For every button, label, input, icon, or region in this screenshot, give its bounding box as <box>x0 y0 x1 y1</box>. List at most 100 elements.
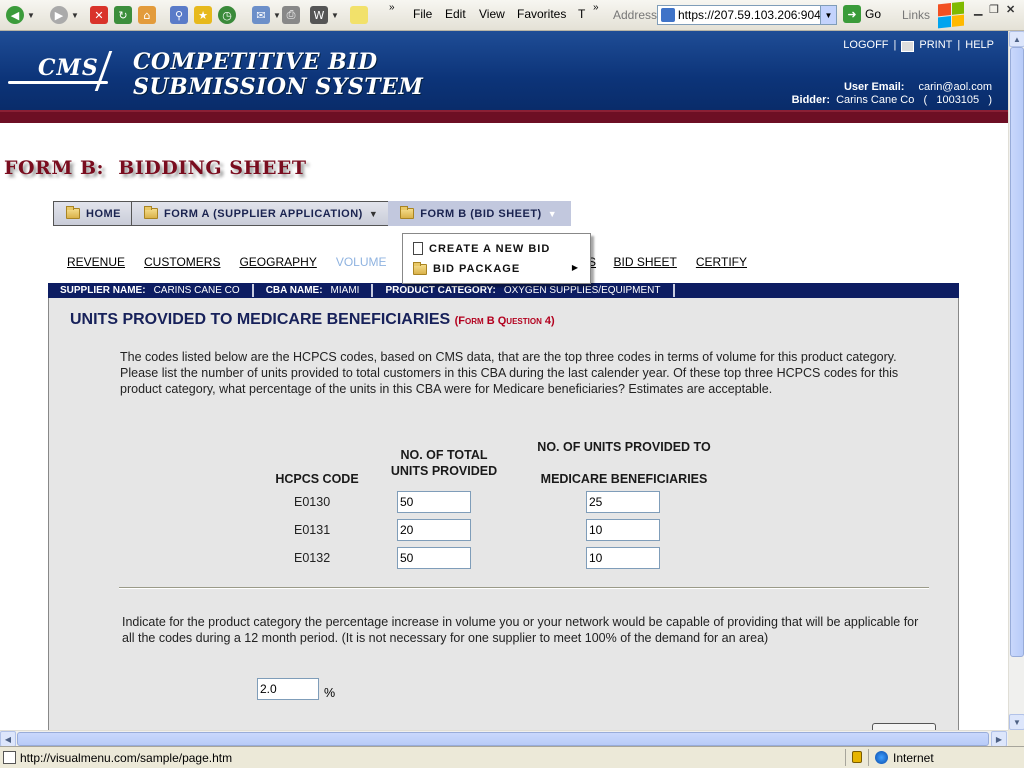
tab-label: HOME <box>86 207 121 220</box>
tab-form-b[interactable]: FORM B (BID SHEET) ▼ <box>388 201 572 226</box>
refresh-button[interactable]: ↻ <box>114 4 132 26</box>
vertical-scrollbar[interactable]: ▲ ▼ <box>1008 31 1024 730</box>
address-field[interactable]: https://207.59.103.206:9045 ▼ <box>657 5 837 25</box>
page-icon <box>3 751 16 764</box>
edit-button[interactable]: W ▼ <box>310 4 339 26</box>
subnav-geography[interactable]: GEOGRAPHY <box>239 255 316 269</box>
word-icon: W <box>310 6 328 24</box>
col-header-total-line2: UNITS PROVIDED <box>390 464 498 478</box>
subnav-customers[interactable]: CUSTOMERS <box>144 255 220 269</box>
favorites-button[interactable]: ★ <box>194 4 212 26</box>
app-title-line1: COMPETITIVE BID <box>133 49 378 75</box>
menu-item-label: CREATE A NEW BID <box>429 242 551 255</box>
folder-icon <box>144 206 158 219</box>
menu-overflow-icon[interactable]: » <box>593 2 599 13</box>
total-units-input[interactable] <box>397 519 471 541</box>
cba-label: CBA NAME: <box>265 285 323 296</box>
restore-icon[interactable]: ❐ <box>989 3 999 16</box>
total-units-input[interactable] <box>397 491 471 513</box>
page-title: FORM B: BIDDING SHEET <box>4 157 307 179</box>
separator: | <box>893 39 897 51</box>
menu-item-create-new-bid[interactable]: CREATE A NEW BID <box>413 242 550 255</box>
stop-icon: ✕ <box>90 6 108 24</box>
home-button[interactable]: ⌂ <box>138 4 156 26</box>
logoff-link[interactable]: LOGOFF <box>843 39 888 51</box>
refresh-icon: ↻ <box>114 6 132 24</box>
bid-info-bar: SUPPLIER NAME: CARINS CANE CO CBA NAME: MI… <box>48 283 959 298</box>
menu-item-bid-package[interactable]: BID PACKAGE <box>413 261 521 275</box>
scroll-up-icon[interactable]: ▲ <box>1009 31 1024 47</box>
percent-increase-input[interactable] <box>257 678 319 700</box>
menu-item-label: BID PACKAGE <box>433 263 521 275</box>
col-header-total-line1: NO. OF TOTAL <box>400 448 488 462</box>
subnav-certify[interactable]: CERTIFY <box>696 255 747 269</box>
cms-logo-text: CMS <box>38 55 99 81</box>
tab-home[interactable]: HOME <box>53 201 131 226</box>
user-email-label: User Email: <box>843 81 905 93</box>
printer-icon[interactable] <box>901 40 915 52</box>
menu-favorites[interactable]: Favorites <box>517 7 566 21</box>
print-button[interactable]: ⎙ <box>282 4 300 26</box>
stop-button[interactable]: ✕ <box>90 4 108 26</box>
total-units-input[interactable] <box>397 547 471 569</box>
go-button[interactable]: ➜ Go <box>843 5 881 23</box>
vertical-scroll-thumb[interactable] <box>1010 47 1024 657</box>
medicare-units-input[interactable] <box>586 491 660 513</box>
back-button[interactable]: ◀ ▼ <box>6 4 35 26</box>
scroll-left-icon[interactable]: ◀ <box>0 731 16 747</box>
menu-view[interactable]: View <box>479 7 505 21</box>
tab-label: FORM B (BID SHEET) <box>420 207 542 220</box>
intro-text: The codes listed below are the HCPCS cod… <box>120 350 899 396</box>
tab-label: FORM A (SUPPLIER APPLICATION) <box>164 207 363 220</box>
go-label: Go <box>865 7 882 21</box>
minimize-icon[interactable]: ▁ <box>974 3 982 16</box>
divider <box>845 749 846 766</box>
address-url: https://207.59.103.206:9045 <box>678 8 828 22</box>
address-dropdown-icon[interactable]: ▼ <box>820 6 836 24</box>
percent-sign: % <box>324 686 336 700</box>
forward-button[interactable]: ▶ ▼ <box>50 4 79 26</box>
submenu-arrow-icon: ▶ <box>571 263 578 272</box>
cba-value: MIAMI <box>330 285 360 296</box>
medicare-units-input[interactable] <box>586 519 660 541</box>
mail-button[interactable]: ✉ ▼ <box>252 4 281 26</box>
form-b-dropdown-menu: CREATE A NEW BID BID PACKAGE ▶ <box>402 233 591 284</box>
medicare-units-input[interactable] <box>586 547 660 569</box>
globe-icon <box>875 751 888 764</box>
close-icon[interactable]: ✕ <box>1006 3 1015 16</box>
menu-file[interactable]: File <box>413 7 432 21</box>
document-icon <box>413 242 423 255</box>
discuss-button[interactable] <box>350 4 368 26</box>
tab-form-a[interactable]: FORM A (SUPPLIER APPLICATION) ▼ <box>131 201 389 226</box>
links-button[interactable]: Links <box>902 8 930 22</box>
subnav-volume: VOLUME <box>335 255 387 269</box>
main-tabs: HOME FORM A (SUPPLIER APPLICATION) ▼ FOR… <box>53 201 572 226</box>
section-title: UNITS PROVIDED TO MEDICARE BENEFICIARIES… <box>70 311 555 329</box>
category-label: PRODUCT CATEGORY: <box>385 285 496 296</box>
history-button[interactable]: ◷ <box>218 4 236 26</box>
toolbar-overflow-icon[interactable]: » <box>389 2 395 13</box>
search-button[interactable]: ⚲ <box>170 4 188 26</box>
horizontal-scrollbar[interactable]: ◀ ▶ <box>0 730 1008 747</box>
form-panel: UNITS PROVIDED TO MEDICARE BENEFICIARIES… <box>48 298 959 738</box>
supplier-label: SUPPLIER NAME: <box>60 285 146 296</box>
star-icon: ★ <box>194 6 212 24</box>
chevron-down-icon: ▼ <box>368 208 379 219</box>
category-value: OXYGEN SUPPLIES/EQUIPMENT <box>503 285 661 296</box>
subnav-revenue[interactable]: REVENUE <box>67 255 125 269</box>
windows-logo-icon <box>938 1 964 29</box>
menu-edit[interactable]: Edit <box>445 7 466 21</box>
page-icon <box>661 8 675 22</box>
menu-tools[interactable]: T <box>578 7 585 21</box>
horizontal-scroll-thumb[interactable] <box>17 732 989 746</box>
site-header: CMS COMPETITIVE BID SUBMISSION SYSTEM LO… <box>0 31 1008 110</box>
print-link[interactable]: PRINT <box>919 39 952 51</box>
scroll-right-icon[interactable]: ▶ <box>991 731 1007 747</box>
help-link[interactable]: HELP <box>965 39 994 51</box>
hcpcs-code: E0130 <box>294 495 331 509</box>
status-url: http://visualmenu.com/sample/page.htm <box>20 751 233 765</box>
scroll-down-icon[interactable]: ▼ <box>1009 714 1024 730</box>
section-title-text: UNITS PROVIDED TO MEDICARE BENEFICIARIES <box>70 311 451 328</box>
section-divider <box>119 587 929 589</box>
subnav-bid-sheet[interactable]: BID SHEET <box>614 255 677 269</box>
